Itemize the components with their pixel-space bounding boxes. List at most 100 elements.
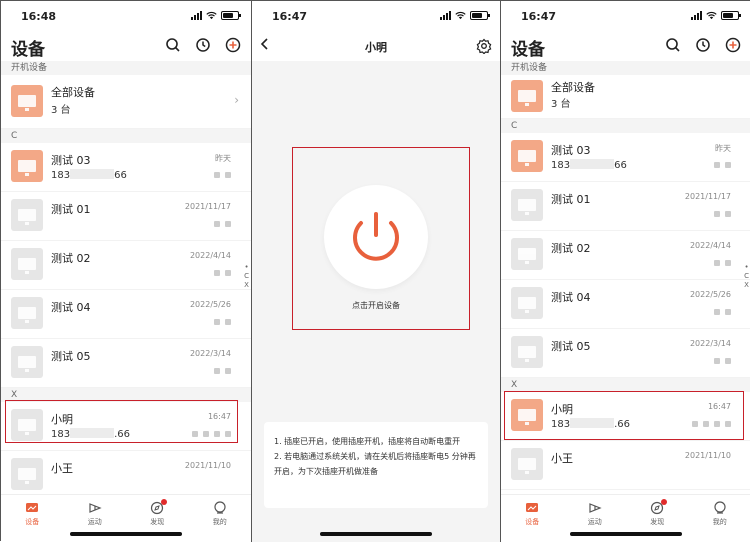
device-status-icons <box>714 260 731 266</box>
device-status-icons <box>714 211 731 217</box>
section-header-x: X <box>501 378 750 392</box>
battery-icon <box>721 11 739 20</box>
signal-icon <box>440 11 451 20</box>
wifi-icon <box>706 11 717 20</box>
device-name: 测试 01 <box>51 201 91 217</box>
device-phone: 18366 <box>51 169 127 181</box>
device-status-icons <box>214 319 231 325</box>
wifi-icon <box>455 11 466 20</box>
history-icon[interactable] <box>195 37 211 53</box>
device-list-screen-right: 16:47 设备 开机设备 全部设备 3 台 C 测试 03 1836 <box>501 1 750 542</box>
device-row[interactable]: 测试 05 2022/3/14 <box>501 329 750 378</box>
status-bar: 16:47 <box>501 1 750 31</box>
device-date: 昨天 <box>215 153 231 164</box>
devices-icon <box>25 501 39 515</box>
tab-me[interactable]: 我的 <box>689 495 750 542</box>
history-icon[interactable] <box>695 37 711 53</box>
device-date: 2021/11/10 <box>185 461 231 470</box>
device-date: 2022/3/14 <box>190 349 231 358</box>
page-title: 设备 <box>511 35 545 60</box>
home-indicator <box>70 532 182 536</box>
device-list-screen-left: 16:48 设备 开机设备 全部设备 3 台 › C 测试 03 <box>1 1 251 542</box>
tab-bar: 设备 运动 发现 我的 <box>501 494 750 542</box>
device-thumbnail <box>511 80 543 112</box>
add-icon[interactable] <box>225 37 241 53</box>
device-name: 小王 <box>51 460 73 476</box>
device-thumbnail <box>511 189 543 221</box>
all-devices-row[interactable]: 全部设备 3 台 › <box>1 75 251 129</box>
tips-card: 1. 插座已开启，使用插座开机，插座将自动断电重开 2. 若电脑通过系统关机，请… <box>264 422 488 508</box>
device-thumbnail <box>11 150 43 182</box>
device-row[interactable]: 测试 05 2022/3/14 <box>1 339 251 388</box>
device-date: 2022/5/26 <box>690 290 731 299</box>
device-name: 测试 02 <box>551 240 591 256</box>
device-date: 2021/11/10 <box>685 451 731 460</box>
device-row[interactable]: 测试 03 18366 昨天 <box>1 143 251 192</box>
device-row[interactable]: 测试 04 2022/5/26 <box>501 280 750 329</box>
device-row[interactable]: 测试 02 2022/4/14 <box>501 231 750 280</box>
status-icons <box>440 11 488 20</box>
device-row[interactable]: 测试 04 2022/5/26 <box>1 290 251 339</box>
all-devices-count: 3 台 <box>51 101 71 116</box>
status-time: 16:47 <box>521 10 556 23</box>
highlight-box <box>5 400 238 443</box>
device-date: 昨天 <box>715 143 731 154</box>
tab-me[interactable]: 我的 <box>189 495 252 542</box>
device-status-icons <box>714 358 731 364</box>
chevron-right-icon: › <box>234 93 239 107</box>
profile-icon <box>713 501 727 515</box>
signal-icon <box>191 11 202 20</box>
add-icon[interactable] <box>725 37 741 53</box>
tab-devices[interactable]: 设备 <box>1 495 64 542</box>
device-status-icons <box>214 270 231 276</box>
profile-icon <box>213 501 227 515</box>
device-name: 测试 05 <box>551 338 591 354</box>
gear-icon[interactable] <box>476 38 492 54</box>
tip-1: 1. 插座已开启，使用插座开机，插座将自动断电重开 <box>274 434 478 449</box>
home-indicator <box>570 532 682 536</box>
device-name: 测试 04 <box>551 289 591 305</box>
section-header-c: C <box>501 119 750 133</box>
device-name: 测试 01 <box>551 191 591 207</box>
device-date: 2022/4/14 <box>690 241 731 250</box>
battery-icon <box>470 11 488 20</box>
device-row[interactable]: 测试 02 2022/4/14 <box>1 241 251 290</box>
highlight-box <box>504 391 744 440</box>
device-row[interactable]: 测试 01 2021/11/17 <box>501 182 750 231</box>
section-header-on: 开机设备 <box>1 61 251 75</box>
device-status-icons <box>714 162 731 168</box>
device-thumbnail <box>11 85 43 117</box>
status-bar: 16:48 <box>1 1 251 31</box>
status-icons <box>691 11 739 20</box>
page-header: 设备 <box>1 31 251 61</box>
device-date: 2021/11/17 <box>685 192 731 201</box>
device-status-icons <box>714 309 731 315</box>
all-devices-row[interactable]: 全部设备 3 台 <box>501 75 750 119</box>
device-thumbnail <box>11 199 43 231</box>
index-sidebar[interactable]: •CX <box>744 263 749 290</box>
device-phone: 18366 <box>551 159 627 171</box>
device-date: 2022/5/26 <box>190 300 231 309</box>
device-status-icons <box>214 368 231 374</box>
flag-icon <box>88 501 102 515</box>
device-row[interactable]: 小王 2021/11/10 <box>1 451 251 500</box>
device-thumbnail <box>511 238 543 270</box>
flag-icon <box>588 501 602 515</box>
tip-2: 2. 若电脑通过系统关机，请在关机后将插座断电5 分钟再开启，为下次插座开机做准… <box>274 449 478 479</box>
status-time: 16:47 <box>272 10 307 23</box>
search-icon[interactable] <box>665 37 681 53</box>
device-name: 测试 03 <box>551 142 591 158</box>
device-row[interactable]: 小王 2021/11/10 <box>501 441 750 490</box>
device-row[interactable]: 测试 01 2021/11/17 <box>1 192 251 241</box>
search-icon[interactable] <box>165 37 181 53</box>
power-button[interactable] <box>324 185 428 289</box>
tab-devices[interactable]: 设备 <box>501 495 564 542</box>
index-sidebar[interactable]: •CX <box>244 263 249 290</box>
device-row[interactable]: 测试 03 18366 昨天 <box>501 133 750 182</box>
device-detail-screen: 16:47 小明 点击开启设备 1. 插座已开启，使用插座开机，插座将自动断电重… <box>251 1 501 542</box>
tab-bar: 设备 运动 发现 我的 <box>1 494 251 542</box>
device-thumbnail <box>511 448 543 480</box>
battery-icon <box>221 11 239 20</box>
detail-header: 小明 <box>252 31 500 61</box>
device-name: 测试 03 <box>51 152 91 168</box>
